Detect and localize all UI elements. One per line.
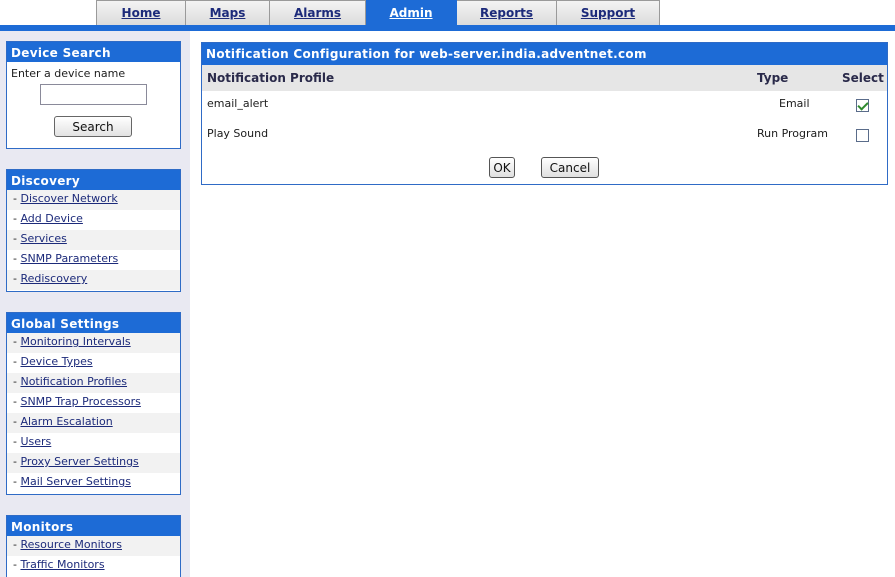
alarm-escalation-link[interactable]: Alarm Escalation	[20, 415, 112, 428]
profile-type: Run Program	[757, 127, 829, 140]
list-item: - Traffic Monitors	[13, 558, 105, 571]
add-device-link[interactable]: Add Device	[20, 212, 82, 225]
table-row: Play Sound Run Program	[202, 121, 887, 151]
monitoring-intervals-link[interactable]: Monitoring Intervals	[20, 335, 130, 348]
traffic-monitors-link[interactable]: Traffic Monitors	[20, 558, 104, 571]
global-settings-title: Global Settings	[7, 313, 180, 333]
list-item: - SNMP Trap Processors	[13, 395, 141, 408]
column-header-type: Type	[757, 71, 789, 85]
notification-profiles-link[interactable]: Notification Profiles	[20, 375, 127, 388]
list-item: - Device Types	[13, 355, 93, 368]
search-button[interactable]: Search	[54, 116, 132, 137]
list-item: - Add Device	[13, 212, 83, 225]
services-link[interactable]: Services	[20, 232, 66, 245]
mail-server-settings-link[interactable]: Mail Server Settings	[20, 475, 131, 488]
device-name-input[interactable]	[40, 84, 147, 105]
discover-network-link[interactable]: Discover Network	[20, 192, 117, 205]
resource-monitors-link[interactable]: Resource Monitors	[20, 538, 122, 551]
discovery-title: Discovery	[7, 170, 180, 190]
monitors-title: Monitors	[7, 516, 180, 536]
tab-maps[interactable]: Maps	[186, 0, 270, 25]
profile-name: email_alert	[207, 97, 269, 110]
profile-name: Play Sound	[207, 127, 269, 140]
list-item: - Discover Network	[7, 190, 180, 210]
discovery-box: Discovery - Discover Network - Add Devic…	[6, 169, 181, 292]
list-item: - Resource Monitors	[7, 536, 180, 556]
tab-alarms[interactable]: Alarms	[270, 0, 366, 25]
snmp-trap-processors-link[interactable]: SNMP Trap Processors	[20, 395, 140, 408]
cancel-button[interactable]: Cancel	[541, 157, 599, 178]
tab-support[interactable]: Support	[557, 0, 660, 25]
list-item: - Alarm Escalation	[7, 413, 180, 433]
notification-config-panel: Notification Configuration for web-serve…	[201, 42, 888, 185]
table-row: email_alert Email	[202, 91, 887, 121]
list-item: - Users	[13, 435, 52, 448]
list-item: - SNMP Parameters	[13, 252, 119, 265]
global-settings-box: Global Settings - Monitoring Intervals -…	[6, 312, 181, 495]
device-types-link[interactable]: Device Types	[20, 355, 92, 368]
list-item: - Proxy Server Settings	[7, 453, 180, 473]
list-item: - Rediscovery	[7, 270, 180, 290]
column-header-select: Select	[842, 71, 884, 85]
list-item: - Notification Profiles	[7, 373, 180, 393]
users-link[interactable]: Users	[20, 435, 51, 448]
main-nav-tabs: Home Maps Alarms Admin Reports Support	[96, 0, 660, 25]
tab-home[interactable]: Home	[96, 0, 186, 25]
device-search-box: Device Search Enter a device name Search	[6, 41, 181, 149]
select-checkbox[interactable]	[856, 129, 869, 142]
list-item: - Services	[7, 230, 180, 250]
device-search-title: Device Search	[7, 42, 180, 62]
ok-button[interactable]: OK	[489, 157, 515, 178]
global-settings-list: - Monitoring Intervals - Device Types - …	[7, 333, 180, 493]
left-sidebar: Device Search Enter a device name Search…	[0, 31, 190, 577]
tab-admin[interactable]: Admin	[366, 0, 457, 25]
select-checkbox[interactable]	[856, 99, 869, 112]
list-item: - Mail Server Settings	[13, 475, 131, 488]
column-header-profile: Notification Profile	[207, 71, 335, 85]
list-item: - Monitoring Intervals	[7, 333, 180, 353]
profile-type: Email	[779, 97, 810, 110]
snmp-parameters-link[interactable]: SNMP Parameters	[20, 252, 118, 265]
monitors-box: Monitors - Resource Monitors - Traffic M…	[6, 515, 181, 577]
monitors-list: - Resource Monitors - Traffic Monitors	[7, 536, 180, 576]
table-header: Notification Profile Type Select	[202, 65, 887, 91]
proxy-server-settings-link[interactable]: Proxy Server Settings	[20, 455, 138, 468]
rediscovery-link[interactable]: Rediscovery	[20, 272, 87, 285]
device-search-label: Enter a device name	[11, 67, 126, 80]
discovery-list: - Discover Network - Add Device - Servic…	[7, 190, 180, 290]
tab-reports[interactable]: Reports	[457, 0, 557, 25]
panel-title: Notification Configuration for web-serve…	[202, 43, 887, 65]
